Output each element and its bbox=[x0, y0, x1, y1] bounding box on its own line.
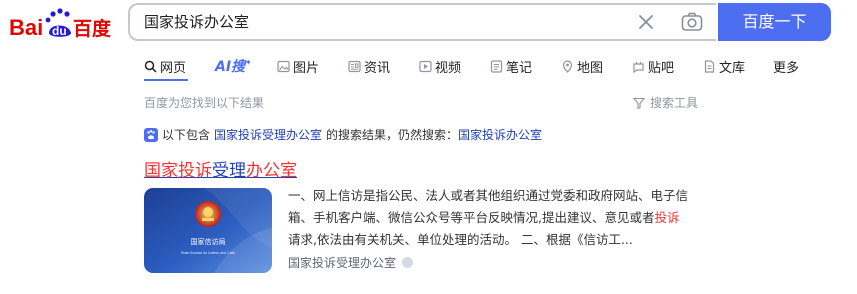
notice-original-query-link[interactable]: 国家投诉办公室 bbox=[458, 126, 542, 143]
tab-label: AI搜 bbox=[215, 59, 246, 75]
source-badge-icon bbox=[402, 257, 414, 268]
tab-label: 地图 bbox=[577, 60, 604, 76]
result-title-part: 国家投诉 bbox=[144, 161, 212, 181]
result-abstract: 一、网上信访是指公民、法人或者其他组织通过党委和政府网站、电子信 箱、手机客户端… bbox=[288, 185, 708, 251]
tab-label: 图片 bbox=[293, 60, 320, 76]
tab-doc[interactable]: 文库 bbox=[703, 54, 745, 78]
image-icon bbox=[277, 60, 290, 72]
notice-middle: 的搜索结果，仍然搜索： bbox=[326, 128, 459, 142]
search-query-text: 国家投诉办公室 bbox=[144, 13, 250, 31]
tab-tieba[interactable]: 贴吧 bbox=[632, 54, 674, 78]
clear-icon[interactable] bbox=[638, 14, 654, 30]
filter-icon bbox=[633, 97, 645, 109]
tab-note[interactable]: 笔记 bbox=[490, 54, 532, 78]
query-correction-notice: 以下包含 国家投诉受理办公室 的搜索结果，仍然搜索： 国家投诉办公室 bbox=[144, 126, 542, 143]
abstract-line: 一、网上信访是指公民、法人或者其他组织通过党委和政府网站、电子信 bbox=[288, 188, 689, 203]
notice-corrected-query-link[interactable]: 国家投诉受理办公室 bbox=[214, 126, 322, 143]
results-hint: 百度为您找到以下结果 bbox=[144, 96, 265, 110]
tab-video[interactable]: 视频 bbox=[419, 54, 461, 78]
search-icon bbox=[144, 60, 157, 73]
search-input[interactable]: 国家投诉办公室 bbox=[128, 3, 716, 41]
note-icon bbox=[490, 59, 503, 73]
source-name: 国家投诉受理办公室 bbox=[288, 256, 397, 270]
search-button[interactable]: 百度一下 bbox=[718, 3, 831, 41]
tab-label: 文库 bbox=[719, 60, 746, 76]
tab-label: 视频 bbox=[435, 60, 462, 76]
abstract-text: 箱、手机客户端、微信公众号等平台反映情况,提出建议、意见或者 bbox=[288, 210, 655, 225]
paw-icon bbox=[144, 127, 158, 142]
abstract-highlight: 投诉 bbox=[654, 210, 680, 225]
logo-text-baidu-cn: 百度 bbox=[73, 17, 112, 40]
map-icon bbox=[562, 59, 573, 73]
search-tools[interactable]: 搜索工具 bbox=[633, 94, 698, 111]
tab-label: 资讯 bbox=[364, 60, 391, 76]
tab-label: 贴吧 bbox=[648, 60, 675, 76]
notice-prefix: 以下包含 bbox=[162, 128, 211, 142]
tab-news[interactable]: 资讯 bbox=[348, 54, 390, 78]
tab-label: 笔记 bbox=[506, 60, 533, 76]
camera-icon[interactable] bbox=[681, 12, 703, 32]
result-thumbnail[interactable]: 国家信访局 State Bureau for Letters and Calls bbox=[144, 188, 272, 273]
result-source[interactable]: 国家投诉受理办公室 bbox=[288, 254, 414, 271]
baidu-logo[interactable]: Bai du 百度 bbox=[9, 5, 113, 43]
national-emblem-icon bbox=[195, 201, 221, 227]
abstract-line: 箱、手机客户端、微信公众号等平台反映情况,提出建议、意见或者投诉 bbox=[288, 207, 708, 229]
thumbnail-caption: 国家信访局 bbox=[191, 237, 226, 246]
logo-text-bai: Bai bbox=[9, 15, 43, 40]
tab-ai-search[interactable]: AI搜 ✦ bbox=[215, 54, 252, 78]
sparkle-icon: ✦ bbox=[245, 57, 252, 67]
active-tab-underline bbox=[144, 79, 188, 81]
result-title-part: 办公室 bbox=[246, 161, 297, 181]
thumbnail-subcaption: State Bureau for Letters and Calls bbox=[181, 251, 235, 255]
tab-image[interactable]: 图片 bbox=[277, 54, 319, 78]
result-title-part: 受理 bbox=[212, 161, 246, 181]
result-title-link[interactable]: 国家投诉受理办公室 bbox=[144, 156, 297, 181]
tab-label: 更多 bbox=[773, 60, 800, 76]
tab-web[interactable]: 网页 bbox=[144, 54, 186, 78]
news-icon bbox=[348, 60, 361, 72]
tab-label: 网页 bbox=[160, 60, 187, 76]
tab-map[interactable]: 地图 bbox=[561, 54, 603, 78]
abstract-line: 请求,依法由有关机关、单位处理的活动。 二、根据《信访工... bbox=[288, 232, 633, 247]
tab-more[interactable]: 更多 bbox=[773, 54, 799, 78]
video-icon bbox=[419, 60, 432, 72]
search-tools-label: 搜索工具 bbox=[650, 96, 699, 110]
doc-icon bbox=[704, 59, 715, 73]
logo-text-du: du bbox=[52, 24, 67, 38]
tieba-icon bbox=[633, 61, 644, 73]
